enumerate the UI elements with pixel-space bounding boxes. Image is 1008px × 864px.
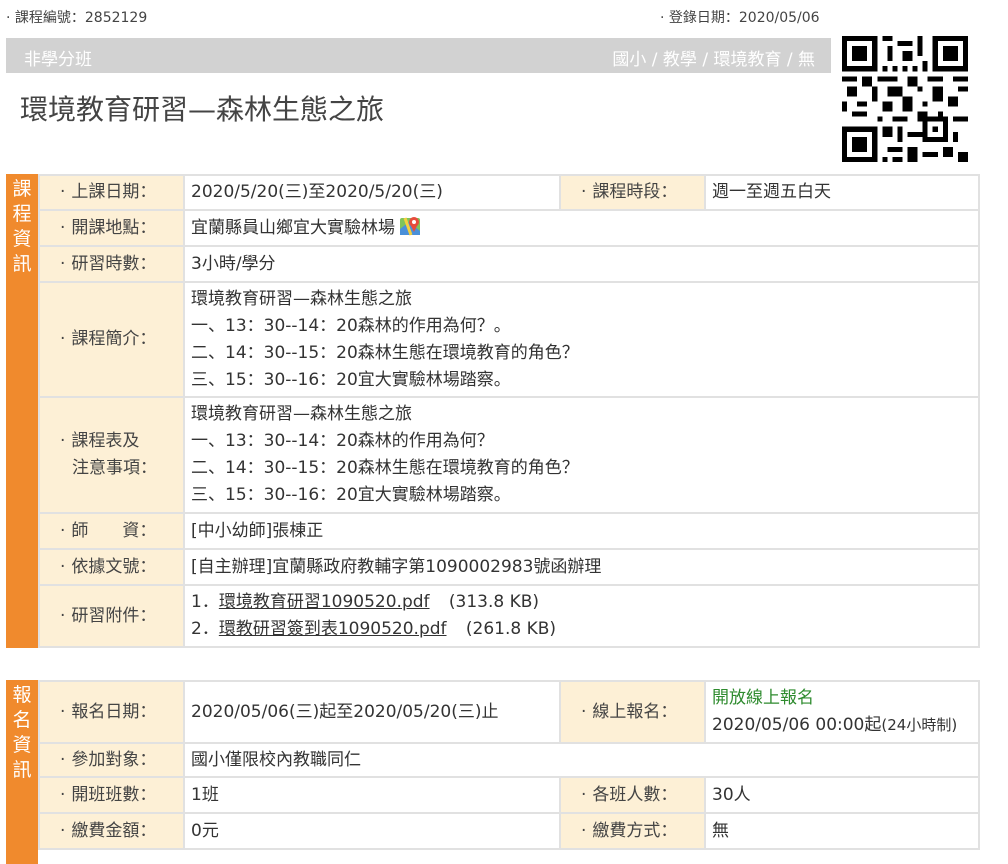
attachment-link[interactable]: 環教研習簽到表1090520.pdf	[219, 619, 447, 639]
date-label: · 上課日期：	[38, 174, 185, 211]
online-status: 開放線上報名	[712, 688, 814, 708]
intro-line: 一、13：30--14：20森林的作用為何？。	[191, 315, 511, 336]
attachment-size: (261.8 KB)	[465, 619, 557, 639]
period-value: 週一至週五白天	[704, 174, 980, 211]
schedule-line: 三、15：30--16：20宜大實驗林場踏察。	[191, 485, 511, 505]
target-value: 國小僅限校內教職同仁	[183, 742, 980, 778]
credit-type: 非學分班	[24, 50, 92, 70]
course-info-section: 課 程 資 訊 · 上課日期： 2020/5/20(三)至2020/5/20(三)…	[6, 174, 980, 648]
side-char: 程	[12, 203, 32, 225]
schedule-line: 一、13：30--14：20森林的作用為何？	[191, 431, 494, 451]
classes-label: · 開班班數：	[38, 776, 185, 814]
teacher-label: · 師 資：	[38, 512, 185, 550]
course-info-table: · 上課日期： 2020/5/20(三)至2020/5/20(三) · 課程時段： …	[38, 174, 980, 648]
period-label: · 課程時段：	[559, 174, 706, 211]
schedule-line: 二、14：30--15：20森林生態在環境教育的角色？	[191, 458, 579, 478]
signup-info-side-label: 報 名 資 訊	[6, 680, 38, 864]
location-value: 宜蘭縣員山鄉宜大實驗林場	[183, 209, 980, 247]
side-char: 訊	[12, 253, 32, 275]
course-number: · 課程編號：2852129	[6, 10, 148, 26]
register-date: · 登錄日期：2020/05/06	[660, 10, 820, 26]
intro-line: 三、15：30--16：20宜大實驗林場踏察。	[191, 369, 511, 390]
basis-label: · 依據文號：	[38, 548, 185, 586]
basis-value: [自主辦理]宜蘭縣政府教輔字第1090002983號函辦理	[183, 548, 980, 586]
side-char: 課	[12, 178, 32, 200]
pay-value: 無	[704, 812, 980, 850]
signup-info-section: 報 名 資 訊 · 報名日期： 2020/05/06(三)起至2020/05/20…	[6, 680, 980, 864]
side-char: 報	[12, 684, 32, 706]
signup-date-label: · 報名日期：	[38, 680, 185, 744]
map-icon[interactable]	[399, 215, 421, 237]
attachment-link[interactable]: 環境教育研習1090520.pdf	[219, 592, 430, 612]
fee-value: 0元	[183, 812, 561, 850]
classes-value: 1班	[183, 776, 561, 814]
attach-label: · 研習附件：	[38, 584, 185, 648]
category-breadcrumb[interactable]: 國小 / 教學 / 環境教育 / 無	[612, 45, 815, 70]
teacher-value: [中小幼師]張棟正	[183, 512, 980, 550]
online-start: 2020/05/06 00:00起(24小時制)	[712, 715, 958, 735]
per-class-label: · 各班人數：	[559, 776, 706, 814]
signup-date-value: 2020/05/06(三)起至2020/05/20(三)止	[183, 680, 561, 744]
schedule-label: · 課程表及 注意事項：	[38, 396, 185, 514]
qr-code	[842, 36, 968, 162]
intro-line: 環境教育研習—森林生態之旅	[191, 288, 412, 309]
target-label: · 參加對象：	[38, 742, 185, 778]
intro-value: 環境教育研習—森林生態之旅 一、13：30--14：20森林的作用為何？。 二、…	[183, 281, 980, 398]
schedule-value: 環境教育研習—森林生態之旅 一、13：30--14：20森林的作用為何？ 二、1…	[183, 396, 980, 514]
schedule-line: 環境教育研習—森林生態之旅	[191, 404, 412, 424]
course-info-side-label: 課 程 資 訊	[6, 174, 38, 648]
category-bar: 非學分班 國小 / 教學 / 環境教育 / 無	[6, 38, 831, 73]
attachment-size: (313.8 KB)	[448, 592, 540, 612]
online-value: 開放線上報名 2020/05/06 00:00起(24小時制)	[704, 680, 980, 744]
hours-label: · 研習時數：	[38, 245, 185, 283]
intro-label: · 課程簡介：	[38, 281, 185, 398]
fee-label: · 繳費金額：	[38, 812, 185, 850]
page-title: 環境教育研習—森林生態之旅	[20, 93, 385, 126]
side-char: 名	[12, 709, 32, 731]
date-value: 2020/5/20(三)至2020/5/20(三)	[183, 174, 561, 211]
location-label: · 開課地點：	[38, 209, 185, 247]
attachment-item: 2．環教研習簽到表1090520.pdf (261.8 KB)	[191, 619, 557, 639]
attachments: 1．環境教育研習1090520.pdf (313.8 KB) 2．環教研習簽到表…	[183, 584, 980, 648]
online-label: · 線上報名：	[559, 680, 706, 744]
pay-label: · 繳費方式：	[559, 812, 706, 850]
attachment-item: 1．環境教育研習1090520.pdf (313.8 KB)	[191, 592, 540, 612]
signup-info-table: · 報名日期： 2020/05/06(三)起至2020/05/20(三)止 · 線上…	[38, 680, 980, 850]
side-char: 資	[12, 734, 32, 756]
hours-value: 3小時/學分	[183, 245, 980, 283]
side-char: 訊	[12, 759, 32, 781]
intro-line: 二、14：30--15：20森林生態在環境教育的角色？	[191, 342, 579, 363]
side-char: 資	[12, 228, 32, 250]
per-class-value: 30人	[704, 776, 980, 814]
